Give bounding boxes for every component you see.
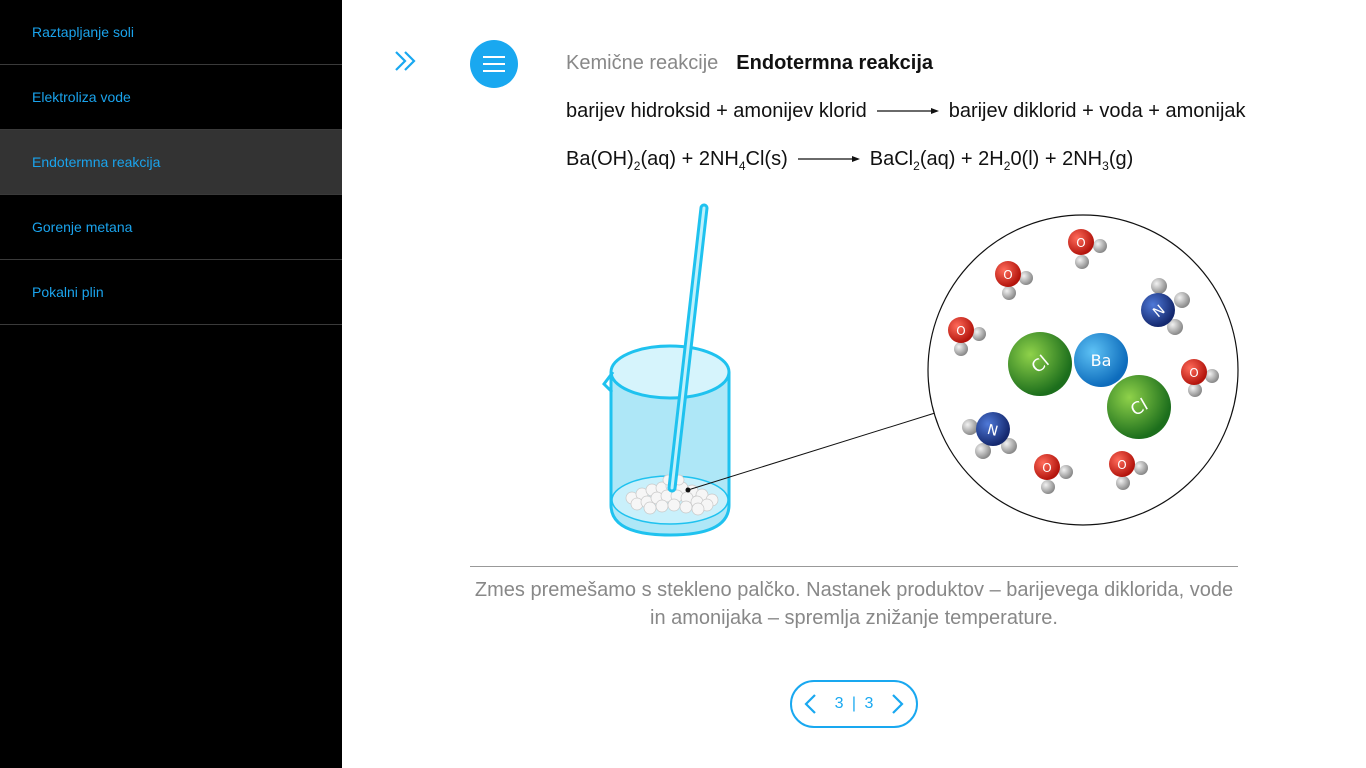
svg-text:O: O (1117, 458, 1126, 472)
page-divider: | (851, 695, 857, 712)
svg-text:O: O (956, 324, 965, 338)
svg-text:Ba: Ba (1091, 351, 1112, 370)
svg-text:O: O (1189, 366, 1198, 380)
chloride-ion: Cl (1008, 332, 1072, 396)
barium-ion: Ba (1074, 333, 1128, 387)
caption-text: Zmes premešamo s stekleno palčko. Nastan… (474, 579, 1234, 629)
next-page-icon[interactable] (884, 692, 908, 716)
svg-text:O: O (1003, 268, 1012, 282)
svg-text:O: O (1042, 461, 1051, 475)
svg-text:O: O (1076, 236, 1085, 250)
reaction-illustration: Cl Ba Cl O O O O O O N N (602, 203, 1239, 537)
total-pages: 3 (864, 695, 874, 712)
chloride-ion: Cl (1107, 375, 1171, 439)
caption-divider (470, 566, 1238, 567)
pager: 3 | 3 (790, 680, 918, 728)
current-page: 3 (834, 695, 844, 712)
